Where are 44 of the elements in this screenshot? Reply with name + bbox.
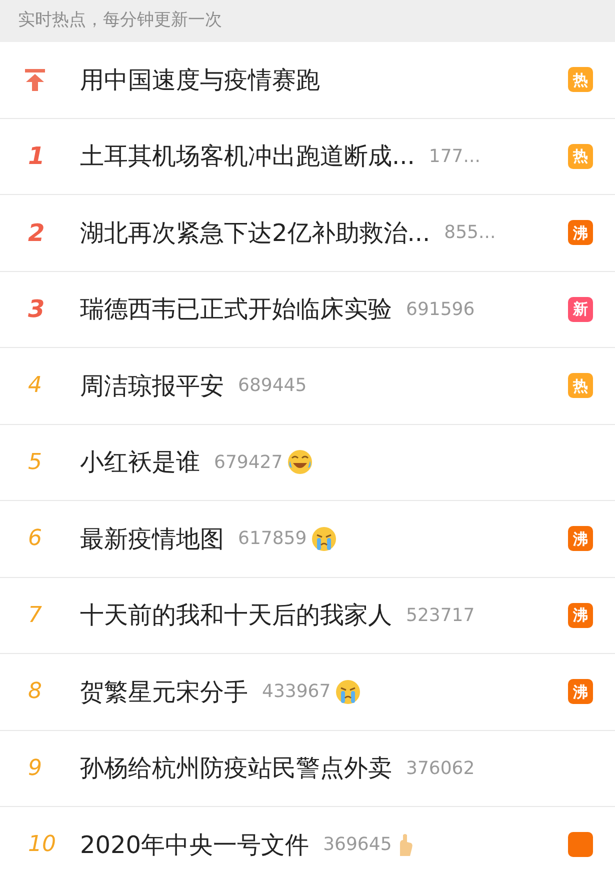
- topic-title[interactable]: 瑞德西韦已正式开始临床实验: [80, 291, 392, 328]
- hot-badge: 沸: [568, 602, 593, 628]
- rank-number: 3: [27, 294, 45, 326]
- rank-number: 1: [27, 141, 45, 172]
- hot-badge: 新: [568, 296, 593, 322]
- topic-title[interactable]: 小红袄是谁: [80, 444, 200, 480]
- rank-number: 4: [27, 372, 42, 400]
- hot-badge: 热: [568, 67, 593, 92]
- topic-title[interactable]: 周洁琼报平安: [80, 368, 224, 404]
- rank-number: 10: [27, 831, 56, 860]
- rank-number: 9: [27, 754, 42, 783]
- topic-title[interactable]: 土耳其机场客机冲出跑道断成...: [80, 138, 415, 174]
- laughing-crying-emoji-icon: [286, 449, 313, 476]
- rank-number: 2: [27, 218, 45, 249]
- search-count: 369645: [323, 833, 392, 858]
- rank-number: 6: [27, 525, 42, 554]
- search-count: 177...: [428, 144, 480, 169]
- search-count: 523717: [406, 604, 475, 628]
- search-count: 691596: [406, 298, 475, 322]
- rank-number: 8: [27, 678, 42, 706]
- search-count: 617859: [238, 527, 307, 552]
- pin-top-icon: [24, 68, 46, 92]
- topic-title[interactable]: 贺繁星元宋分手: [80, 674, 248, 710]
- search-count: 689445: [238, 374, 307, 398]
- hot-badge: 热: [568, 373, 593, 398]
- topic-title[interactable]: 湖北再次紧急下达2亿补助救治...: [80, 214, 430, 251]
- hot-badge: 热: [568, 144, 593, 169]
- search-count: 855...: [444, 221, 496, 246]
- search-count: 433967: [262, 680, 331, 704]
- topic-title[interactable]: 孙杨给杭州防疫站民警点外卖: [80, 750, 392, 786]
- crying-emoji-icon: [310, 526, 337, 552]
- hot-badge: 沸: [568, 220, 593, 246]
- hot-badge: 沸: [568, 526, 593, 552]
- rank-number: 5: [27, 448, 42, 477]
- search-count: 376062: [406, 756, 475, 781]
- search-count: 679427: [214, 450, 283, 475]
- hot-badge: 沸: [568, 679, 593, 704]
- rank-number: 7: [27, 602, 42, 630]
- topic-title[interactable]: 2020年中央一号文件: [80, 826, 310, 863]
- crying-emoji-icon: [334, 678, 361, 705]
- header-text: 实时热点，每分钟更新一次: [18, 9, 222, 32]
- topic-title[interactable]: 用中国速度与疫情赛跑: [80, 62, 320, 98]
- topic-title[interactable]: 十天前的我和十天后的我家人: [80, 597, 392, 634]
- topic-title[interactable]: 最新疫情地图: [80, 520, 224, 557]
